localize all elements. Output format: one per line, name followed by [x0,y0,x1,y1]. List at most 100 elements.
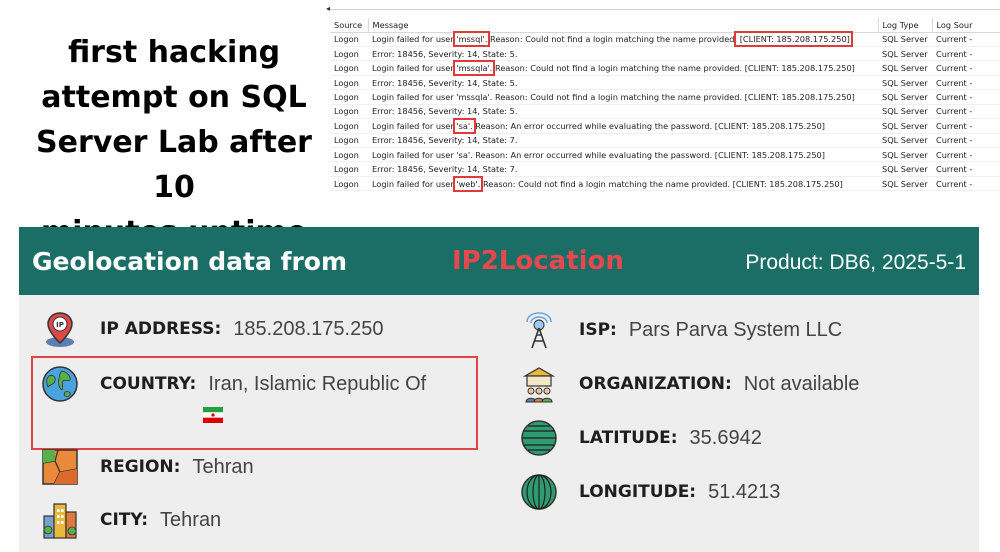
log-type-cell: SQL Server [878,32,932,47]
log-message-text: Login failed for user 'sa'. Reason: An e… [372,149,825,160]
highlighted-username: 'mssqla'. [453,60,496,77]
highlighted-username: 'mssql'. [453,31,491,48]
log-row[interactable]: Logon Login failed for user 'sa'. Reason:… [330,117,1000,134]
log-source-cell: Logon [330,104,368,120]
log-row[interactable]: Logon Login failed for user 'mssqla'. Rea… [330,89,1000,105]
organization-value: Not available [743,372,860,395]
field-organization: ORGANIZATION: Not available [519,364,859,404]
log-source-cell: Logon [330,32,368,47]
headline-line-2: attempt on SQL [41,80,307,115]
log-message-cell: Login failed for user 'web'. Reason: Cou… [368,175,878,192]
isp-label: ISP: [579,320,617,340]
region-map-icon [42,449,78,485]
log-message-reason: Reason: Could not find a login matching … [487,34,738,45]
log-row[interactable]: Logon Login failed for user 'sa'. Reason:… [330,147,1000,163]
log-source-cell: Logon [330,161,368,177]
latitude-value: 35.6942 [689,426,762,449]
log-row[interactable]: Logon Error: 18456, Severity: 14, State: … [330,75,1000,91]
organization-label: ORGANIZATION: [579,374,732,394]
highlighted-username: 'sa'. [453,117,476,134]
panel-divider [330,9,1000,10]
headline: first hacking attempt on SQL Server Lab … [18,30,330,255]
log-type-cell: SQL Server [878,89,932,105]
log-message-reason: Reason: Could not find a login matching … [492,63,743,74]
log-source-origin-cell: Current - [932,161,1000,177]
log-message-cell: Login failed for user 'mssqla'. Reason: … [368,60,878,77]
log-header-row: Source Message Log Type Log Sour [330,18,1000,33]
log-row[interactable]: Logon Login failed for user 'mssqla'. Rea… [330,60,1000,77]
log-message-text: Login failed for user 'mssqla'. Reason: … [372,91,855,102]
log-row[interactable]: Logon Error: 18456, Severity: 14, State: … [330,46,1000,62]
longitude-globe-icon [521,474,557,510]
log-source-origin-cell: Current - [932,176,1000,192]
svg-text:IP: IP [56,321,64,329]
region-value: Tehran [192,455,254,478]
log-source-origin-cell: Current - [932,118,1000,134]
column-header-log-type[interactable]: Log Type [878,18,933,33]
latitude-globe-icon [521,420,557,456]
log-type-cell: SQL Server [878,60,932,76]
log-type-cell: SQL Server [878,46,932,62]
latitude-label: LATITUDE: [579,428,678,448]
longitude-label: LONGITUDE: [579,482,697,502]
log-type-cell: SQL Server [878,133,932,149]
log-message-cell: Login failed for user 'mssqla'. Reason: … [368,89,878,105]
city-buildings-icon [43,503,77,539]
card-header: Geolocation data from IP2Location Produc… [19,227,979,295]
log-message-cell: Login failed for user 'mssql'. Reason: C… [368,31,878,48]
log-row[interactable]: Logon Login failed for user 'web'. Reason… [330,175,1000,192]
log-message-cell: Error: 18456, Severity: 14, State: 7. [368,161,878,177]
client-ip-text: [CLIENT: 185.208.175.250] [742,63,855,74]
log-message-cell: Error: 18456, Severity: 14, State: 5. [368,46,878,62]
log-source-origin-cell [932,190,1000,196]
log-row[interactable]: Logon Error: 18456, Severity: 14, State: … [330,133,1000,149]
log-source-origin-cell: Current - [932,46,1000,62]
longitude-value: 51.4213 [708,480,781,503]
log-message-cell: Error: 18456, Severity: 14, State: 5. [368,104,878,120]
log-message-cell: Login failed for user 'sa'. Reason: An e… [368,147,878,163]
isp-value: Pars Parva System LLC [628,318,843,341]
city-value: Tehran [160,508,222,531]
field-longitude: LONGITUDE: 51.4213 [519,472,780,512]
log-type-cell: SQL Server [878,118,932,134]
organization-people-icon [522,367,556,403]
antenna-tower-icon [526,312,552,349]
log-source-origin-cell: Current - [932,147,1000,163]
column-header-source[interactable]: Source [330,18,369,33]
log-type-cell: SQL Server [878,161,932,177]
log-type-cell [878,190,932,196]
highlighted-username: 'web'. [453,175,484,192]
log-message-text: Login failed for user [372,63,457,74]
column-header-log-source[interactable]: Log Sour [932,18,1000,33]
log-message-cell: Login failed for user 'sa'. Reason: An e… [368,117,878,134]
field-latitude: LATITUDE: 35.6942 [519,418,762,458]
log-message-text: Error: 18456, Severity: 14, State: 5. [372,48,518,59]
log-source-origin-cell: Current - [932,133,1000,149]
log-message-cell: Error: 18456, Severity: 14, State: 7. [368,133,878,149]
log-source-cell: Logon [330,133,368,149]
log-message-reason: Reason: Could not find a login matching … [480,178,843,189]
card-title: Geolocation data from [32,247,348,276]
log-type-cell: SQL Server [878,104,932,120]
log-row[interactable]: Logon Error: 18456, Severity: 14, State: … [330,104,1000,120]
log-type-cell: SQL Server [878,75,932,91]
column-header-message[interactable]: Message [368,18,879,33]
log-message-text: Error: 18456, Severity: 14, State: 5. [372,77,518,88]
log-type-cell: SQL Server [878,147,932,163]
ip-value: 185.208.175.250 [233,317,384,340]
city-label: CITY: [100,510,149,530]
log-row[interactable]: Logon Login failed for user 'mssql'. Reas… [330,31,1000,48]
field-region: REGION: Tehran [40,447,254,487]
log-row[interactable]: Logon Error: 18456, Severity: 14, State: … [330,161,1000,177]
client-ip-text: [CLIENT: 185.208.175.250] [734,31,853,48]
log-type-cell: SQL Server [878,176,932,192]
sql-log-viewer: ◂ Source Message Log Type Log Sour Logon… [324,0,1000,196]
headline-line-1: first hacking [67,35,281,70]
field-ip-address: IP IP ADDRESS: 185.208.175.250 [40,309,383,349]
log-message-text: Login failed for user [372,178,457,189]
log-source-cell: Logon [330,147,368,163]
log-source-cell [330,190,368,196]
log-row[interactable] [330,190,1000,196]
log-message-text: Login failed for user [372,120,457,131]
log-source-cell: Logon [330,75,368,91]
